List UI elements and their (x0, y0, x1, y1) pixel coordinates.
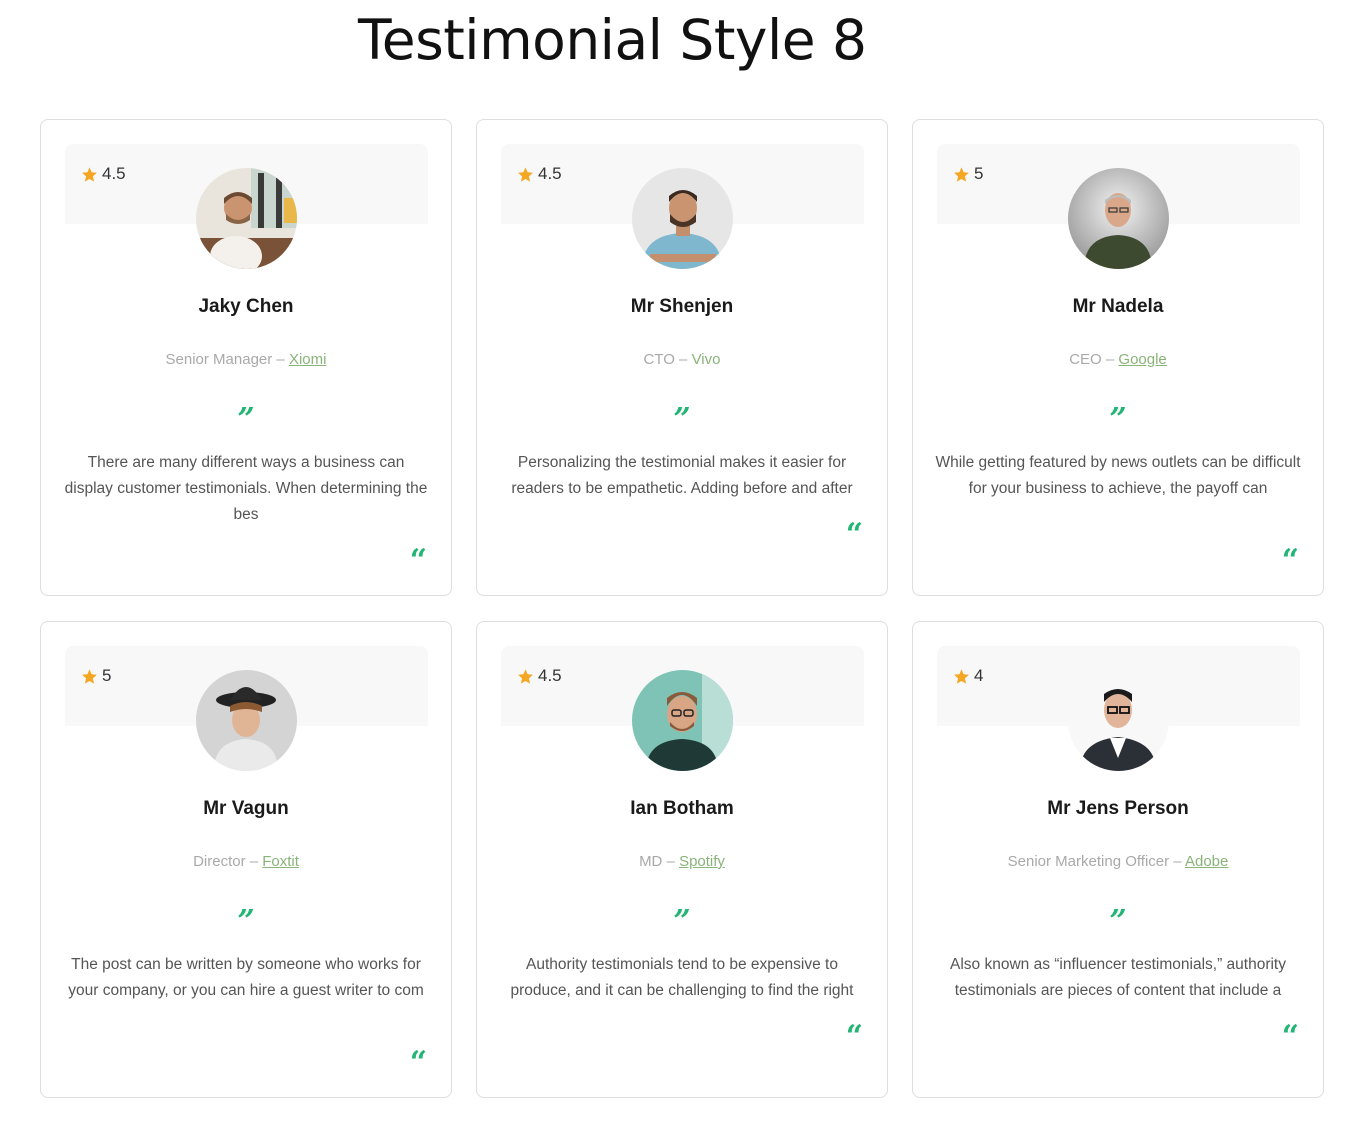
company-link[interactable]: Vivo (692, 351, 721, 368)
person-role: MD – Spotify (477, 853, 887, 870)
rating-value: 4.5 (538, 666, 562, 685)
rating: 4.5 (81, 164, 126, 184)
rating: 4.5 (517, 164, 562, 184)
testimonial-text: There are many different ways a business… (64, 454, 428, 523)
testimonial-card: 4 Mr Jens Person Senior Marketing Office… (912, 621, 1324, 1098)
quote-close-icon: “ (845, 517, 863, 552)
quote-open-icon: ” (1109, 904, 1127, 939)
rating: 5 (81, 666, 111, 686)
person-role: CTO – Vivo (477, 351, 887, 368)
testimonial-text: The post can be written by someone who w… (68, 956, 424, 999)
quote-close-icon: “ (845, 1019, 863, 1054)
avatar (196, 670, 297, 771)
quote-close-icon: “ (1281, 1019, 1299, 1054)
rating: 4.5 (517, 666, 562, 686)
quote-close-icon: “ (409, 543, 427, 578)
rating: 5 (953, 164, 983, 184)
testimonial-text: Personalizing the testimonial makes it e… (511, 454, 853, 497)
testimonial-text: Authority testimonials tend to be expens… (510, 956, 854, 999)
rating-value: 5 (974, 164, 984, 183)
avatar (632, 168, 733, 269)
person-role: Director – Foxtit (41, 853, 451, 870)
role-title: Director – (193, 853, 263, 870)
testimonial-card: 4.5 Jaky Chen Senior Manager – Xiomi ” T… (40, 119, 452, 596)
person-name: Jaky Chen (198, 296, 294, 317)
role-title: MD – (639, 853, 680, 870)
company-link[interactable]: Adobe (1185, 853, 1228, 870)
avatar (632, 670, 733, 771)
company-link[interactable]: Spotify (679, 853, 725, 870)
star-icon (82, 166, 97, 182)
avatar (1068, 168, 1169, 269)
quote-open-icon: ” (673, 904, 691, 939)
person-role: CEO – Google (913, 351, 1323, 368)
person-role: Senior Marketing Officer – Adobe (913, 853, 1323, 870)
rating-value: 4.5 (102, 164, 126, 183)
star-icon (954, 166, 969, 182)
avatar (1068, 670, 1169, 771)
company-link[interactable]: Foxtit (262, 853, 299, 870)
role-title: CEO – (1069, 351, 1119, 368)
star-icon (954, 668, 969, 684)
role-title: Senior Manager – (165, 351, 289, 368)
star-icon (518, 166, 533, 182)
company-link[interactable]: Google (1118, 351, 1166, 368)
role-title: CTO – (643, 351, 692, 368)
quote-open-icon: ” (1109, 402, 1127, 437)
role-title: Senior Marketing Officer – (1007, 853, 1185, 870)
company-link[interactable]: Xiomi (289, 351, 327, 368)
testimonial-card: 4.5 Ian Botham MD – Spotify ” Authority … (476, 621, 888, 1098)
quote-open-icon: ” (237, 904, 255, 939)
quote-open-icon: ” (237, 402, 255, 437)
person-name: Ian Botham (630, 798, 734, 819)
star-icon (518, 668, 533, 684)
testimonial-card: 4.5 Mr Shenjen CTO – Vivo ” Personalizin… (476, 119, 888, 596)
quote-close-icon: “ (1281, 543, 1299, 578)
person-name: Mr Shenjen (630, 296, 734, 317)
rating-value: 4 (974, 666, 984, 685)
person-role: Senior Manager – Xiomi (41, 351, 451, 368)
testimonial-text: Also known as “influencer testimonials,”… (950, 956, 1286, 999)
person-name: Mr Nadela (1072, 296, 1164, 317)
rating-value: 5 (102, 666, 112, 685)
person-name: Mr Jens Person (1047, 798, 1189, 819)
testimonial-card: 5 Mr Vagun Director – Foxtit ” The post … (40, 621, 452, 1098)
testimonial-grid: 4.5 Jaky Chen Senior Manager – Xiomi ” T… (40, 119, 1325, 1098)
rating-value: 4.5 (538, 164, 562, 183)
rating: 4 (953, 666, 983, 686)
quote-open-icon: ” (673, 402, 691, 437)
quote-close-icon: “ (409, 1045, 427, 1080)
page-title: Testimonial Style 8 (358, 8, 867, 72)
person-name: Mr Vagun (203, 798, 289, 819)
star-icon (82, 668, 97, 684)
avatar (196, 168, 297, 269)
testimonial-text: While getting featured by news outlets c… (935, 454, 1301, 497)
testimonial-card: 5 Mr Nadela CEO – Google ” While getting… (912, 119, 1324, 596)
